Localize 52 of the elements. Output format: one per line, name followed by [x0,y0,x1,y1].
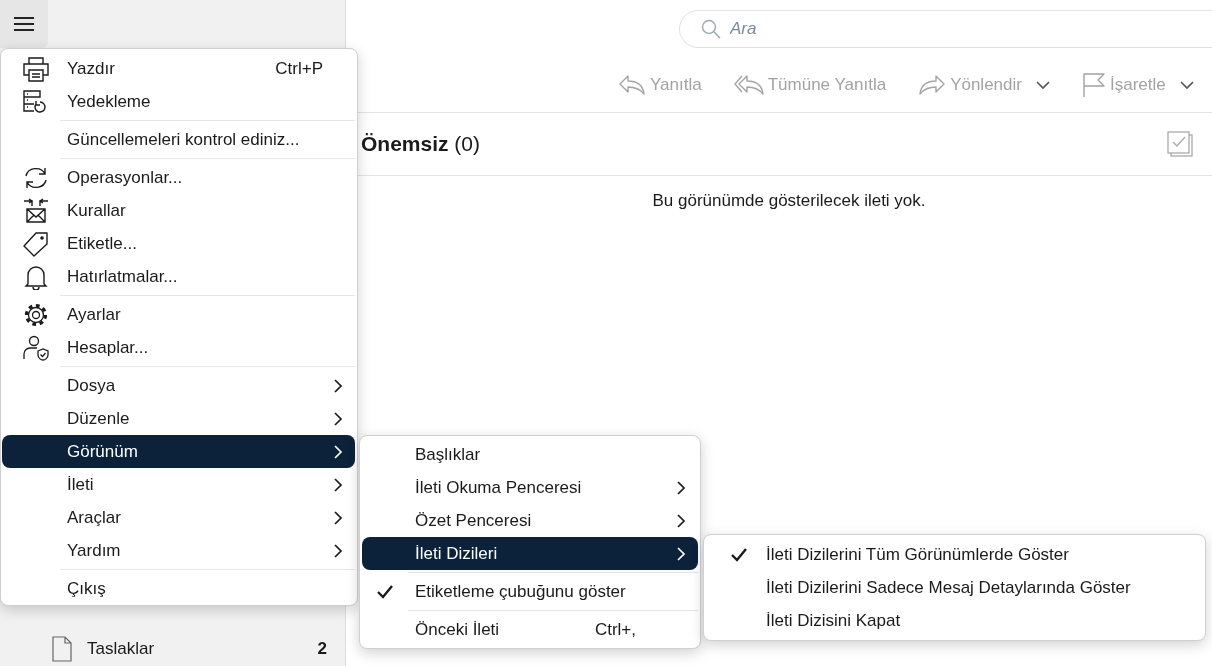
bell-icon [22,263,50,290]
menu-item[interactable]: İleti Dizisini Kapat [706,604,1203,637]
chevron-icon [676,546,686,561]
menu-item[interactable]: İleti Dizilerini Tüm Görünümlerde Göster [706,538,1203,571]
menu-item[interactable]: Yardım [2,534,355,567]
search-icon [701,19,721,39]
menu-item[interactable]: Çıkış [2,572,355,605]
envelope-arrows-icon [22,197,50,224]
reply-all-icon [733,74,764,96]
menu-icon [13,16,35,32]
menu-item[interactable]: Kurallar [2,194,355,227]
folder-item[interactable]: Taslaklar 2 [0,627,345,666]
menu-item[interactable]: Düzenle [2,402,355,435]
menu-item[interactable]: Yazdır Ctrl+P [2,52,355,85]
folder-title: Önemsiz (0) [361,132,481,156]
chevron-icon [333,477,343,492]
flag-icon [1081,72,1106,98]
menu-item[interactable]: Hatırlatmalar... [2,260,355,293]
document-icon [52,636,72,662]
menu-item[interactable]: Görünüm [2,435,355,468]
chevron-icon [333,543,343,558]
empty-message: Bu görünümde gösterilecek ileti yok. [651,190,927,211]
chevron-icon [676,480,686,495]
menu-item[interactable]: İleti [2,468,355,501]
menu-item[interactable]: Güncellemeleri kontrol ediniz... [2,123,355,156]
settings-icon [22,301,50,328]
menu-item[interactable]: Hesaplar... [2,331,355,364]
menu-item[interactable]: Yedekleme [2,85,355,118]
menu-item[interactable]: Araçlar [2,501,355,534]
chevron-icon [333,378,343,393]
menu-item[interactable]: Operasyonlar... [2,161,355,194]
chevron-icon [676,513,686,528]
chevron-icon [333,510,343,525]
menu-item[interactable]: İleti Okuma Penceresi [362,471,698,504]
menu-item[interactable]: İleti Dizileri [362,537,698,570]
account-shield-icon [22,334,50,361]
menu-item[interactable]: İleti Dizilerini Sadece Mesaj Detaylarında Göster [706,571,1203,604]
tag-icon [22,230,50,257]
menu-item[interactable]: Etiketleme çubuğunu göster [362,575,698,608]
search-field[interactable]: Ara [679,10,1212,48]
menu-item[interactable]: Ayarlar [2,298,355,331]
printer-icon [22,55,50,82]
reply-icon [618,74,646,96]
forward-icon [918,74,947,96]
menu-button[interactable] [0,0,48,48]
menu-item[interactable]: Etiketle... [2,227,355,260]
menu-item[interactable]: Dosya [2,369,355,402]
menu-item[interactable]: Özet Penceresi [362,504,698,537]
menu-item[interactable]: Başlıklar [362,438,698,471]
menu-item[interactable]: Önceki İleti Ctrl+, [362,613,698,646]
chevron-icon [333,411,343,426]
chevron-icon [333,444,343,459]
